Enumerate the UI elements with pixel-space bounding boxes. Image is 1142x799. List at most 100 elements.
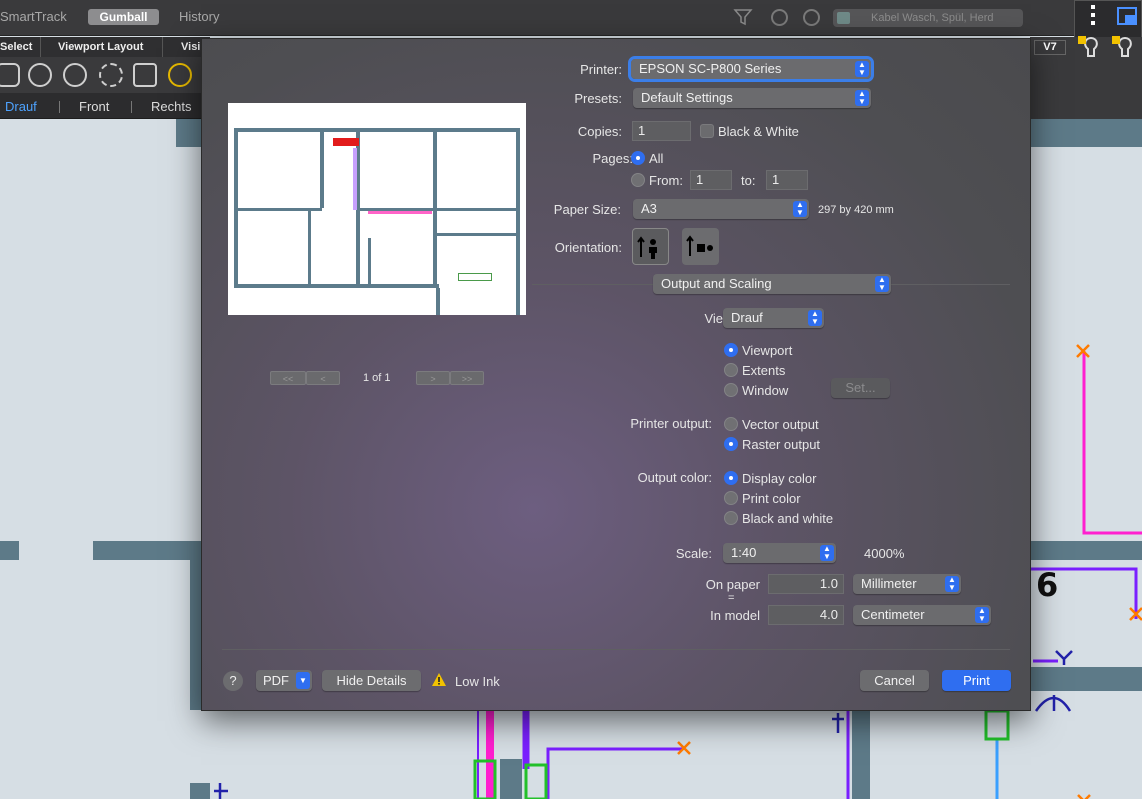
orientation-portrait-button[interactable] [632,228,669,265]
display-color-label: Display color [742,471,817,486]
view-window-label: Window [742,383,789,398]
popup-arrows-icon: ▲ ▼ [808,310,822,326]
black-white-checkbox[interactable] [700,124,714,138]
preview-prev-button[interactable]: < [306,371,340,385]
raster-output-label: Raster output [742,437,821,452]
pdf-menu-button[interactable]: PDF ▼ [256,670,312,691]
tab-viewport-layout[interactable]: Viewport Layout [50,37,163,57]
history-toggle[interactable]: History [179,9,219,24]
printer-label: Printer: [580,62,622,77]
view-extents-radio[interactable] [724,363,738,377]
print-button[interactable]: Print [942,670,1011,691]
zoom-extents-icon[interactable] [133,63,157,87]
orientation-landscape-button[interactable] [682,228,719,265]
view-viewport-radio[interactable] [724,343,738,357]
section-value: Output and Scaling [661,276,772,291]
on-paper-unit-select[interactable]: Millimeter ▲ ▼ [853,574,961,594]
in-model-field[interactable]: 4.0 [768,605,844,625]
filter-icon[interactable] [733,7,753,27]
tab-divider [131,101,132,113]
in-model-label: In model [710,608,760,623]
zoom-window-icon[interactable] [99,63,123,87]
preview-next-button[interactable]: > [416,371,450,385]
viewport-tab-drauf[interactable]: Drauf [5,99,37,114]
black-and-white-label: Black and white [742,511,834,526]
preview-page-indicator: 1 of 1 [363,372,391,384]
preview-wall [234,128,520,132]
tab-select[interactable]: Select [0,37,42,57]
warning-icon [432,673,446,686]
pdf-label: PDF [263,673,289,688]
section-select[interactable]: Output and Scaling ▲ ▼ [653,274,891,294]
printer-select[interactable]: EPSON SC-P800 Series ▲ ▼ [628,56,874,82]
paper-size-value: A3 [641,201,657,216]
smarttrack-toggle[interactable]: SmartTrack [0,9,67,24]
view-value: Drauf [731,310,763,325]
set-window-button[interactable]: Set... [831,378,890,398]
paper-size-label: Paper Size: [553,202,621,217]
paper-size-select[interactable]: A3 ▲ ▼ [633,199,809,219]
lightbulb-icon[interactable] [1078,36,1104,60]
cancel-button[interactable]: Cancel [860,670,929,691]
view-extents-label: Extents [742,363,786,378]
room-number: 6 [1036,566,1059,604]
view-select[interactable]: Drauf ▲ ▼ [723,308,824,328]
preview-legend [458,273,492,281]
preview-wall [320,128,324,208]
landscape-person-icon [686,235,713,256]
layer-search-input[interactable]: Kabel Wasch, Spül, Herd [833,9,1023,27]
preview-pipe [353,148,357,210]
rotate-icon[interactable] [28,63,52,87]
display-color-radio[interactable] [724,471,738,485]
record-icon[interactable] [771,9,788,26]
zoom-selected-icon[interactable] [168,63,192,87]
pages-all-radio[interactable] [631,151,645,165]
gumball-toggle[interactable]: Gumball [88,9,159,25]
scale-percent: 4000% [864,546,905,561]
in-model-unit-select[interactable]: Centimeter ▲ ▼ [853,605,991,625]
zoom-icon[interactable] [63,63,87,87]
view-window-radio[interactable] [724,383,738,397]
scale-select[interactable]: 1:40 ▲ ▼ [723,543,836,563]
pages-to-label: to: [741,173,756,188]
target-icon[interactable] [803,9,820,26]
popup-arrows-icon: ▲ ▼ [793,201,807,217]
viewport-tab-rechts[interactable]: Rechts [151,99,191,114]
preview-wall [436,233,516,236]
lightbulb-icon[interactable] [1112,36,1138,60]
viewport-tab-front[interactable]: Front [79,99,109,114]
viewport-tabs: Drauf Front Rechts [0,93,210,119]
dot-icon [1091,13,1095,17]
pan-hand-icon[interactable] [0,63,20,87]
pages-from-field[interactable]: 1 [690,170,732,190]
preview-last-button[interactable]: >> [450,371,484,385]
vector-output-label: Vector output [742,417,819,432]
print-preview [228,103,526,315]
equals-label: = [728,592,735,604]
copies-field[interactable]: 1 [632,121,691,141]
presets-label: Presets: [574,91,622,106]
print-color-radio[interactable] [724,491,738,505]
output-color-label: Output color: [637,470,712,485]
scale-label: Scale: [675,546,712,561]
low-ink-label: Low Ink [455,674,500,689]
help-button[interactable]: ? [223,671,243,691]
pages-from-radio[interactable] [631,173,645,187]
popup-arrows-icon: ▲ ▼ [820,545,834,561]
pages-to-field[interactable]: 1 [766,170,808,190]
vector-output-radio[interactable] [724,417,738,431]
on-paper-field[interactable]: 1.0 [768,574,844,594]
popup-arrows-icon: ▲ ▼ [875,276,889,292]
portrait-person-icon [637,236,657,259]
window-fill [1125,15,1137,25]
hide-details-button[interactable]: Hide Details [322,670,421,691]
app-toolbar: SmartTrack Gumball History Kabel Wasch, … [0,0,1142,36]
preview-first-button[interactable]: << [270,371,306,385]
black-and-white-radio[interactable] [724,511,738,525]
presets-select[interactable]: Default Settings ▲ ▼ [633,88,871,108]
layer-color-swatch [837,12,850,24]
print-dialog: << < 1 of 1 > >> Printer: EPSON SC-P800 … [201,38,1031,711]
raster-output-radio[interactable] [724,437,738,451]
pages-all-label: All [649,151,664,166]
view-label-v7[interactable]: V7 [1034,40,1066,55]
